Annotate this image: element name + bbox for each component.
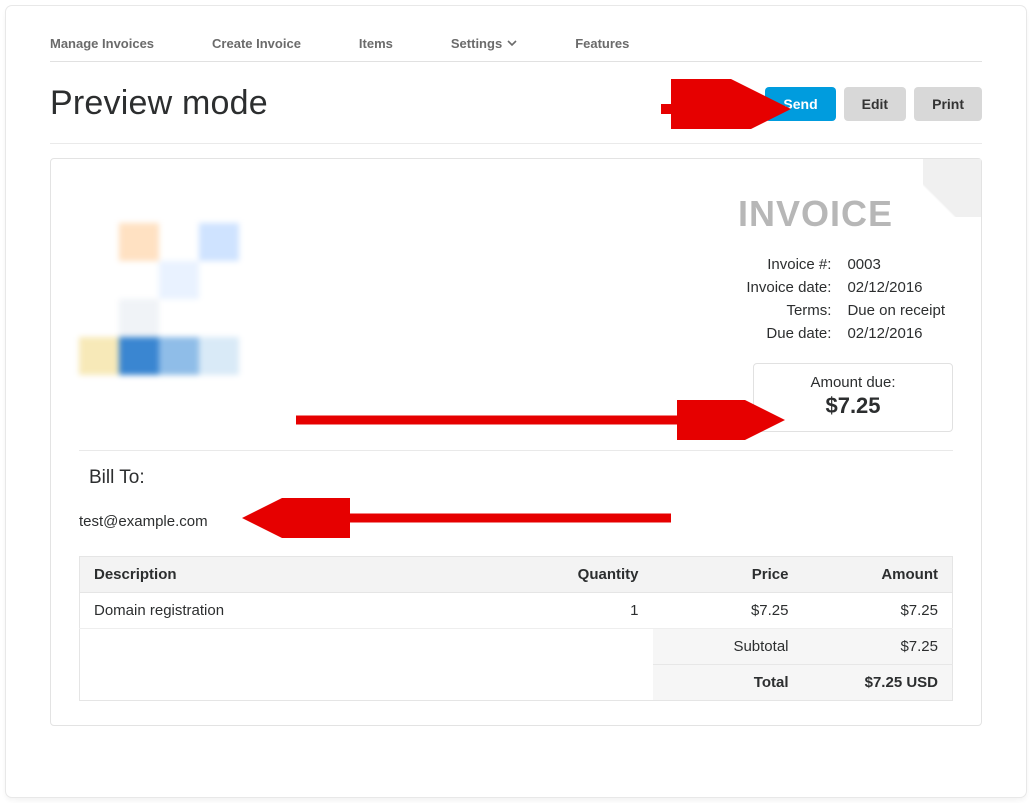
nav-manage-invoices[interactable]: Manage Invoices: [50, 32, 154, 55]
amount-due-value: $7.25: [762, 393, 944, 419]
top-nav: Manage Invoices Create Invoice Items Set…: [50, 32, 982, 62]
meta-due-value: 02/12/2016: [839, 322, 953, 345]
print-button[interactable]: Print: [914, 87, 982, 121]
nav-settings[interactable]: Settings: [451, 32, 517, 55]
nav-features[interactable]: Features: [575, 32, 629, 55]
meta-number-value: 0003: [839, 253, 953, 276]
page-header: Preview mode Send Edit Print: [50, 62, 982, 144]
subtotal-label: Subtotal: [653, 629, 803, 665]
invoice-meta: Invoice #:0003 Invoice date:02/12/2016 T…: [738, 253, 953, 345]
total-label: Total: [653, 665, 803, 701]
table-row: Domain registration 1 $7.25 $7.25: [80, 593, 953, 629]
chevron-down-icon: [507, 36, 517, 51]
divider: [79, 450, 953, 451]
line-items-table: Description Quantity Price Amount Domain…: [79, 556, 953, 701]
edit-button[interactable]: Edit: [844, 87, 906, 121]
nav-items[interactable]: Items: [359, 32, 393, 55]
line-price: $7.25: [653, 593, 803, 629]
nav-create-invoice[interactable]: Create Invoice: [212, 32, 301, 55]
meta-date-value: 02/12/2016: [839, 276, 953, 299]
sender-logo: [79, 223, 279, 413]
invoice-heading: INVOICE: [738, 193, 893, 235]
billto-label: Bill To:: [89, 467, 953, 489]
col-quantity: Quantity: [523, 557, 653, 593]
col-description: Description: [80, 557, 523, 593]
page-fold-icon: [923, 159, 981, 217]
invoice-card: INVOICE Invoice #:0003 Invoice date:02/1…: [50, 158, 982, 726]
subtotal-value: $7.25: [803, 629, 953, 665]
meta-due-label: Due date:: [738, 322, 839, 345]
line-amount: $7.25: [803, 593, 953, 629]
send-button[interactable]: Send: [765, 87, 835, 121]
col-price: Price: [653, 557, 803, 593]
line-quantity: 1: [523, 593, 653, 629]
line-description: Domain registration: [80, 593, 523, 629]
meta-terms-label: Terms:: [738, 299, 839, 322]
amount-due-box: Amount due: $7.25: [753, 363, 953, 432]
meta-number-label: Invoice #:: [738, 253, 839, 276]
header-actions: Send Edit Print: [765, 87, 982, 121]
amount-due-label: Amount due:: [762, 374, 944, 391]
billto-email: test@example.com: [79, 513, 953, 530]
page-title: Preview mode: [50, 84, 268, 123]
col-amount: Amount: [803, 557, 953, 593]
meta-date-label: Invoice date:: [738, 276, 839, 299]
meta-terms-value: Due on receipt: [839, 299, 953, 322]
total-value: $7.25 USD: [803, 665, 953, 701]
